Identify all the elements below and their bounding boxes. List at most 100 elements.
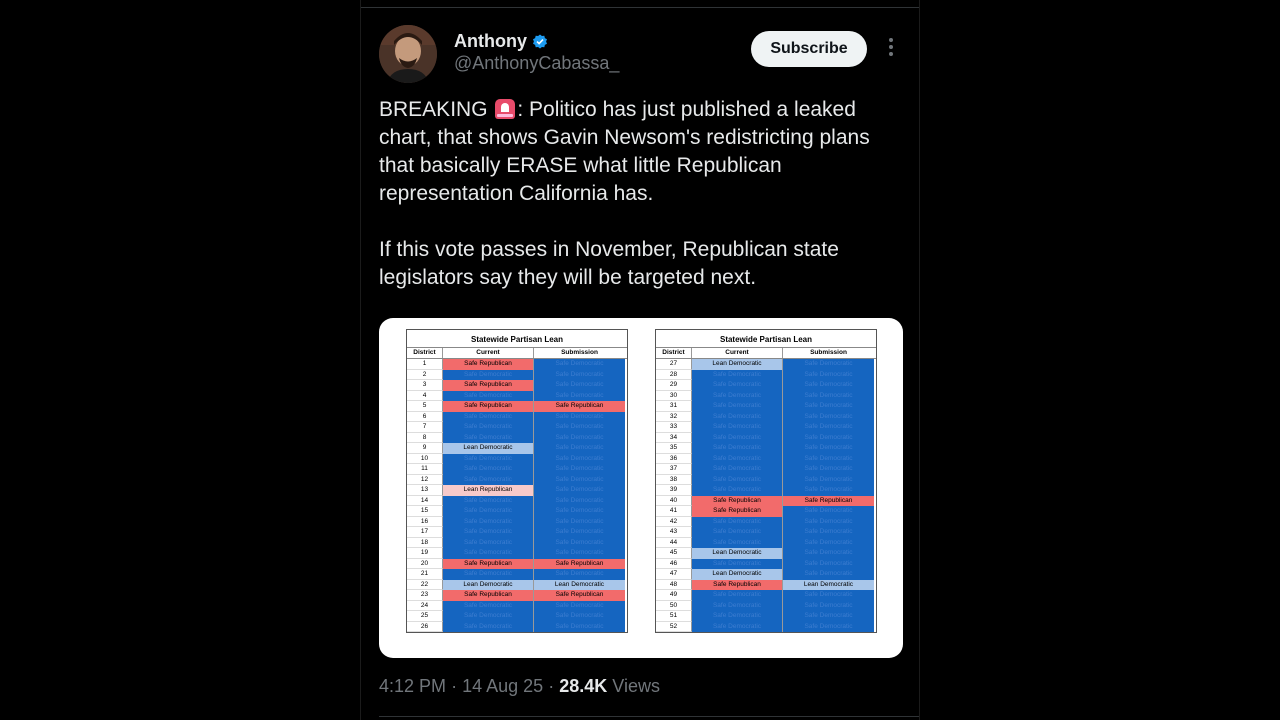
table-row: 22 Lean Democratic Lean Democratic (407, 579, 627, 590)
district-cell: 1 (407, 359, 443, 370)
submission-lean-cell: Safe Democratic (783, 485, 874, 496)
table-row: 13 Lean Republican Safe Democratic (407, 485, 627, 496)
district-cell: 29 (656, 380, 692, 391)
submission-lean-cell: Safe Democratic (783, 422, 874, 433)
district-cell: 50 (656, 600, 692, 611)
submission-lean-cell: Safe Democratic (783, 527, 874, 538)
current-lean-cell: Safe Republican (443, 359, 534, 370)
table-row: 28 Safe Democratic Safe Democratic (656, 369, 876, 380)
table-row: 32 Safe Democratic Safe Democratic (656, 411, 876, 422)
table-title: Statewide Partisan Lean (656, 330, 876, 348)
submission-lean-cell: Safe Democratic (534, 411, 625, 422)
table-row: 45 Lean Democratic Safe Democratic (656, 548, 876, 559)
current-lean-cell: Safe Democratic (692, 369, 783, 380)
district-cell: 42 (656, 516, 692, 527)
table-row: 2 Safe Democratic Safe Democratic (407, 369, 627, 380)
submission-lean-cell: Safe Democratic (783, 516, 874, 527)
tweet-date[interactable]: 14 Aug 25 (462, 676, 543, 696)
column-header-current: Current (443, 348, 534, 358)
table-row: 5 Safe Republican Safe Republican (407, 401, 627, 412)
author-handle[interactable]: @AnthonyCabassa_ (454, 53, 619, 74)
submission-lean-cell: Safe Democratic (783, 432, 874, 443)
table-row: 51 Safe Democratic Safe Democratic (656, 611, 876, 622)
district-cell: 17 (407, 527, 443, 538)
submission-lean-cell: Safe Republican (783, 495, 874, 506)
current-lean-cell: Safe Democratic (692, 621, 783, 632)
table-row: 3 Safe Republican Safe Democratic (407, 380, 627, 391)
submission-lean-cell: Safe Democratic (783, 411, 874, 422)
table-row: 25 Safe Democratic Safe Democratic (407, 611, 627, 622)
current-lean-cell: Safe Democratic (692, 422, 783, 433)
table-header: District Current Submission (656, 348, 876, 359)
current-lean-cell: Safe Democratic (443, 422, 534, 433)
submission-lean-cell: Safe Democratic (783, 359, 874, 370)
table-row: 7 Safe Democratic Safe Democratic (407, 422, 627, 433)
table-row: 36 Safe Democratic Safe Democratic (656, 453, 876, 464)
submission-lean-cell: Safe Democratic (783, 621, 874, 632)
table-header: District Current Submission (407, 348, 627, 359)
district-cell: 18 (407, 537, 443, 548)
table-row: 10 Safe Democratic Safe Democratic (407, 453, 627, 464)
table-row: 1 Safe Republican Safe Democratic (407, 359, 627, 370)
district-cell: 14 (407, 495, 443, 506)
current-lean-cell: Safe Democratic (692, 464, 783, 475)
table-row: 8 Safe Democratic Safe Democratic (407, 432, 627, 443)
avatar[interactable] (379, 25, 437, 83)
tweet-media-image[interactable]: Statewide Partisan Lean District Current… (379, 318, 903, 658)
district-cell: 6 (407, 411, 443, 422)
table-row: 47 Lean Democratic Safe Democratic (656, 569, 876, 580)
table-row: 12 Safe Democratic Safe Democratic (407, 474, 627, 485)
submission-lean-cell: Lean Democratic (534, 579, 625, 590)
subscribe-button[interactable]: Subscribe (751, 31, 867, 67)
district-table-left: Statewide Partisan Lean District Current… (406, 329, 628, 633)
table-row: 20 Safe Republican Safe Republican (407, 558, 627, 569)
avatar-portrait-icon (379, 25, 437, 83)
table-row: 42 Safe Democratic Safe Democratic (656, 516, 876, 527)
current-lean-cell: Safe Democratic (443, 621, 534, 632)
table-row: 49 Safe Democratic Safe Democratic (656, 590, 876, 601)
tweet-time[interactable]: 4:12 PM (379, 676, 446, 696)
district-cell: 33 (656, 422, 692, 433)
district-cell: 35 (656, 443, 692, 454)
current-lean-cell: Safe Republican (443, 590, 534, 601)
table-row: 30 Safe Democratic Safe Democratic (656, 390, 876, 401)
table-row: 9 Lean Democratic Safe Democratic (407, 443, 627, 454)
table-row: 14 Safe Democratic Safe Democratic (407, 495, 627, 506)
current-lean-cell: Safe Democratic (692, 558, 783, 569)
current-lean-cell: Safe Democratic (443, 369, 534, 380)
tweet-paragraph-2: If this vote passes in November, Republi… (379, 238, 839, 289)
column-header-district: District (656, 348, 692, 358)
table-row: 19 Safe Democratic Safe Democratic (407, 548, 627, 559)
submission-lean-cell: Safe Democratic (783, 453, 874, 464)
table-row: 18 Safe Democratic Safe Democratic (407, 537, 627, 548)
table-row: 16 Safe Democratic Safe Democratic (407, 516, 627, 527)
table-row: 35 Safe Democratic Safe Democratic (656, 443, 876, 454)
submission-lean-cell: Safe Democratic (783, 611, 874, 622)
top-divider (361, 7, 919, 8)
meta-separator: · (451, 676, 458, 696)
table-row: 29 Safe Democratic Safe Democratic (656, 380, 876, 391)
verified-badge-icon[interactable] (532, 34, 548, 50)
current-lean-cell: Safe Republican (443, 401, 534, 412)
submission-lean-cell: Safe Democratic (534, 516, 625, 527)
more-vertical-icon[interactable] (883, 38, 899, 58)
views-label: Views (612, 676, 660, 696)
submission-lean-cell: Safe Democratic (783, 569, 874, 580)
submission-lean-cell: Safe Democratic (534, 600, 625, 611)
submission-lean-cell: Safe Democratic (783, 401, 874, 412)
district-cell: 13 (407, 485, 443, 496)
bottom-divider (379, 716, 919, 717)
tweet-column: Anthony @AnthonyCabassa_ Subscribe BREAK… (360, 0, 920, 720)
district-cell: 7 (407, 422, 443, 433)
submission-lean-cell: Safe Democratic (534, 485, 625, 496)
current-lean-cell: Safe Democratic (692, 516, 783, 527)
submission-lean-cell: Lean Democratic (783, 579, 874, 590)
current-lean-cell: Lean Democratic (443, 579, 534, 590)
tweet-text: BREAKING : Politico has just published a… (379, 96, 889, 320)
current-lean-cell: Lean Democratic (692, 548, 783, 559)
current-lean-cell: Safe Democratic (692, 401, 783, 412)
district-cell: 4 (407, 390, 443, 401)
author-name[interactable]: Anthony (454, 31, 527, 52)
table-row: 38 Safe Democratic Safe Democratic (656, 474, 876, 485)
current-lean-cell: Safe Democratic (692, 485, 783, 496)
